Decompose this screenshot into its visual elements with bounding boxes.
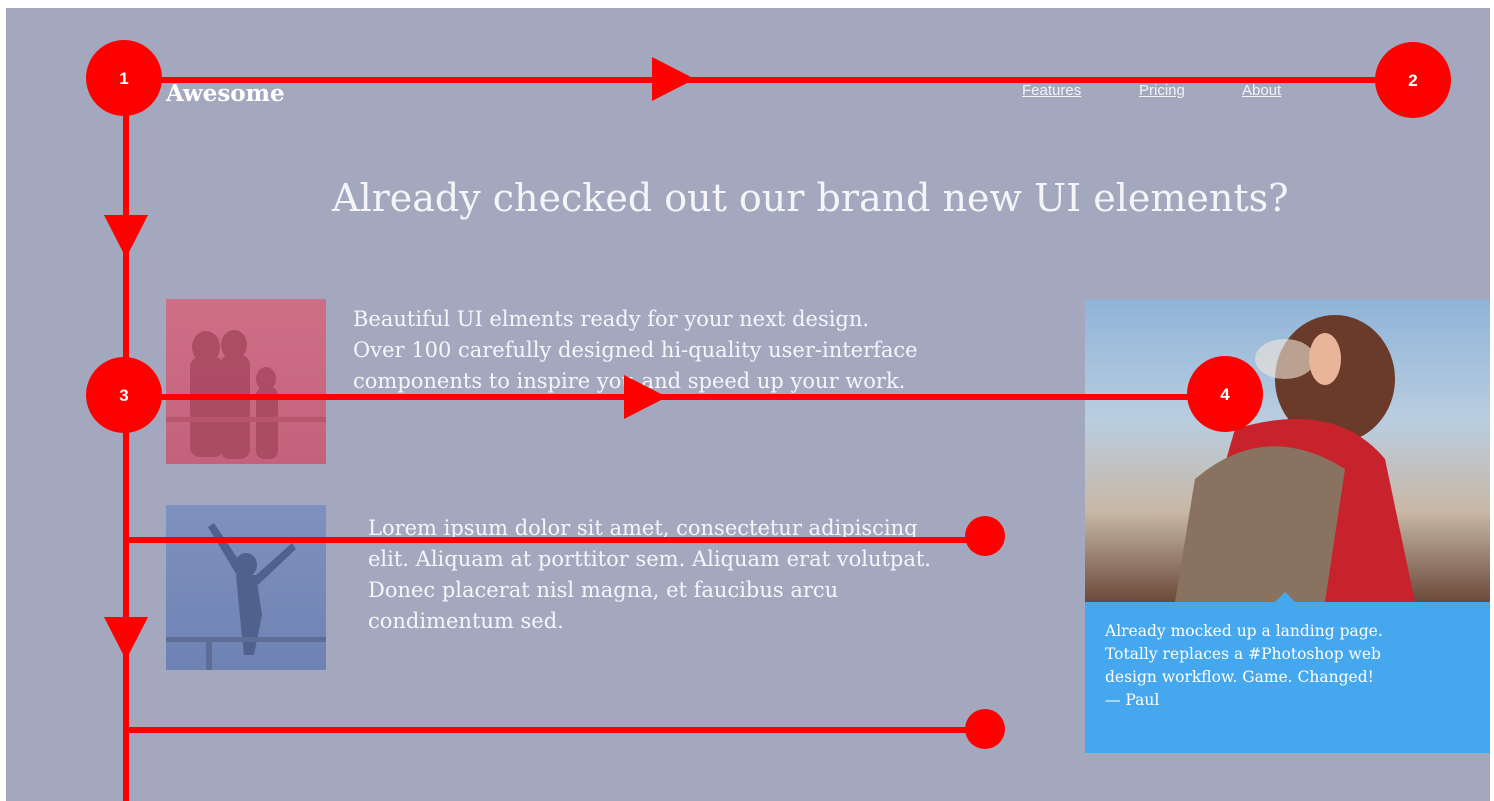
step-marker-label: 2: [1408, 71, 1417, 90]
step-marker-label: 3: [119, 386, 128, 405]
reading-pattern-overlay: 1 2 3 4: [86, 40, 1451, 801]
arrow-down-icon: [104, 215, 148, 258]
arrow-right-icon: [652, 57, 695, 101]
path-end-dot: [965, 516, 1005, 556]
arrow-right-icon: [624, 375, 667, 419]
arrow-down-icon: [104, 617, 148, 660]
step-marker-label: 1: [119, 69, 128, 88]
step-marker-label: 4: [1220, 385, 1230, 404]
path-end-dot: [965, 709, 1005, 749]
